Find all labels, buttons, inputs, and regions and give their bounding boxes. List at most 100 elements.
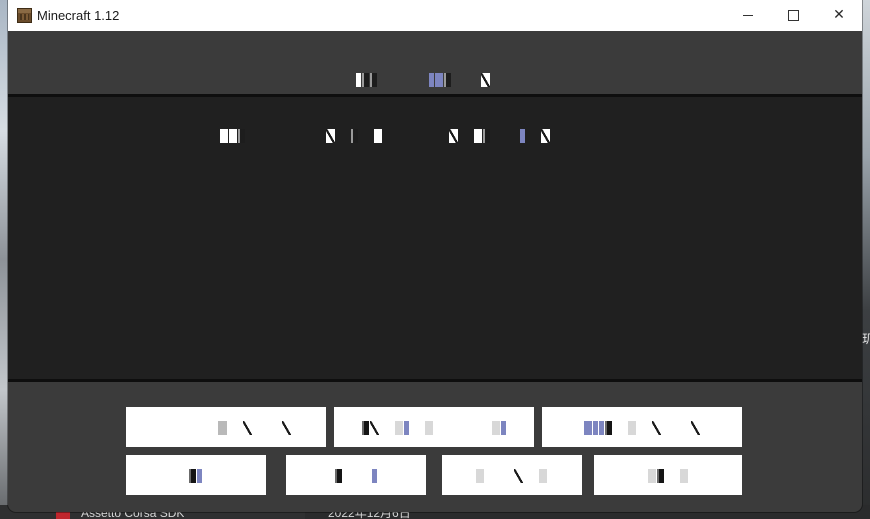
glyph [647, 469, 656, 483]
glyph [690, 421, 700, 435]
menu-button-7-glyphs [647, 467, 689, 483]
menu-button-4-glyphs [189, 467, 203, 483]
glyph [334, 469, 342, 483]
glyph-gap [662, 421, 690, 435]
glyph [541, 129, 550, 143]
glyph-gap [637, 421, 651, 435]
list-message-garbled [220, 127, 551, 143]
glyph-gap [526, 129, 540, 143]
glyph [369, 421, 379, 435]
menu-button-6[interactable]: garbled-label-6 [442, 455, 582, 495]
glyph [679, 469, 688, 483]
glyph-gap [410, 421, 424, 435]
glyph [189, 469, 196, 483]
maximize-icon [787, 9, 799, 21]
glyph-gap [343, 469, 371, 483]
glyph [514, 469, 523, 483]
glyph-gap [665, 469, 679, 483]
screen-header [8, 31, 862, 94]
menu-button-7[interactable]: garbled-label-7 [594, 455, 742, 495]
glyph [539, 469, 547, 483]
glyph [371, 469, 377, 483]
glyph [449, 129, 458, 143]
glyph-gap [434, 129, 448, 143]
glyph [370, 73, 377, 87]
glyph-gap [463, 421, 491, 435]
menu-button-2-glyphs [361, 419, 507, 435]
minecraft-window: Minecraft 1.12 ✕ [8, 0, 862, 512]
glyph [429, 73, 434, 87]
glyph [435, 73, 443, 87]
glyph [351, 129, 358, 143]
menu-button-4[interactable]: garbled-label-4 [126, 455, 266, 495]
glyph [444, 73, 451, 87]
window-titlebar[interactable]: Minecraft 1.12 ✕ [8, 0, 862, 31]
glyph-gap [359, 129, 373, 143]
glyph-gap [434, 421, 462, 435]
glyph [520, 129, 525, 143]
minimize-button[interactable] [725, 0, 771, 31]
window-title: Minecraft 1.12 [37, 8, 120, 23]
glyph-gap [297, 129, 325, 143]
glyph-gap [380, 421, 394, 435]
glyph [592, 421, 598, 435]
glyph-gap [524, 469, 538, 483]
glyph [598, 421, 604, 435]
menu-button-2[interactable]: garbled-label-2 [334, 407, 534, 447]
glyph [326, 129, 335, 143]
glyph [238, 129, 245, 143]
glyph [500, 421, 506, 435]
glyph [474, 129, 482, 143]
maximize-button[interactable] [770, 0, 816, 31]
menu-button-3-glyphs [583, 419, 701, 435]
glyph-gap [491, 129, 519, 143]
glyph [424, 421, 433, 435]
glyph-gap [383, 129, 433, 143]
glyph [491, 421, 500, 435]
glyph [197, 469, 202, 483]
glyph [656, 469, 664, 483]
close-icon: ✕ [833, 7, 845, 23]
glyph [483, 129, 490, 143]
glyph [374, 129, 382, 143]
screen-title-garbled [356, 71, 491, 87]
close-button[interactable]: ✕ [816, 0, 862, 31]
world-list[interactable] [8, 97, 862, 379]
glyph [481, 73, 490, 87]
glyph [403, 421, 409, 435]
minimize-icon [743, 14, 753, 16]
menu-button-5-glyphs [334, 467, 378, 483]
glyph [627, 421, 636, 435]
glyph [362, 73, 369, 87]
desktop-background-left [0, 0, 8, 519]
glyph-gap [459, 129, 473, 143]
glyph [394, 421, 403, 435]
glyph [229, 129, 237, 143]
glyph-gap [452, 73, 480, 87]
glyph [282, 421, 291, 435]
glyph-gap [336, 129, 350, 143]
glyph [218, 421, 227, 435]
glyph [604, 421, 612, 435]
glyph-gap [485, 469, 513, 483]
glyph [651, 421, 661, 435]
menu-button-6-glyphs [476, 467, 548, 483]
glyph-gap [378, 73, 428, 87]
desktop-side-text: 玑 [862, 332, 870, 346]
glyph-gap [228, 421, 242, 435]
minecraft-grass-block-icon [17, 8, 32, 23]
glyph-gap [246, 129, 296, 143]
glyph-gap [253, 421, 281, 435]
glyph [583, 421, 592, 435]
glyph-gap [613, 421, 627, 435]
button-panel: garbled-label-1 garbled-label-2 [8, 382, 862, 512]
menu-button-5[interactable]: garbled-label-5 [286, 455, 426, 495]
desktop-background-right [862, 0, 870, 519]
glyph [243, 421, 252, 435]
menu-button-1-glyphs [218, 419, 292, 435]
menu-button-1[interactable]: garbled-label-1 [126, 407, 326, 447]
glyph [220, 129, 228, 143]
menu-button-3[interactable]: garbled-label-3 [542, 407, 742, 447]
glyph [476, 469, 484, 483]
glyph [356, 73, 361, 87]
